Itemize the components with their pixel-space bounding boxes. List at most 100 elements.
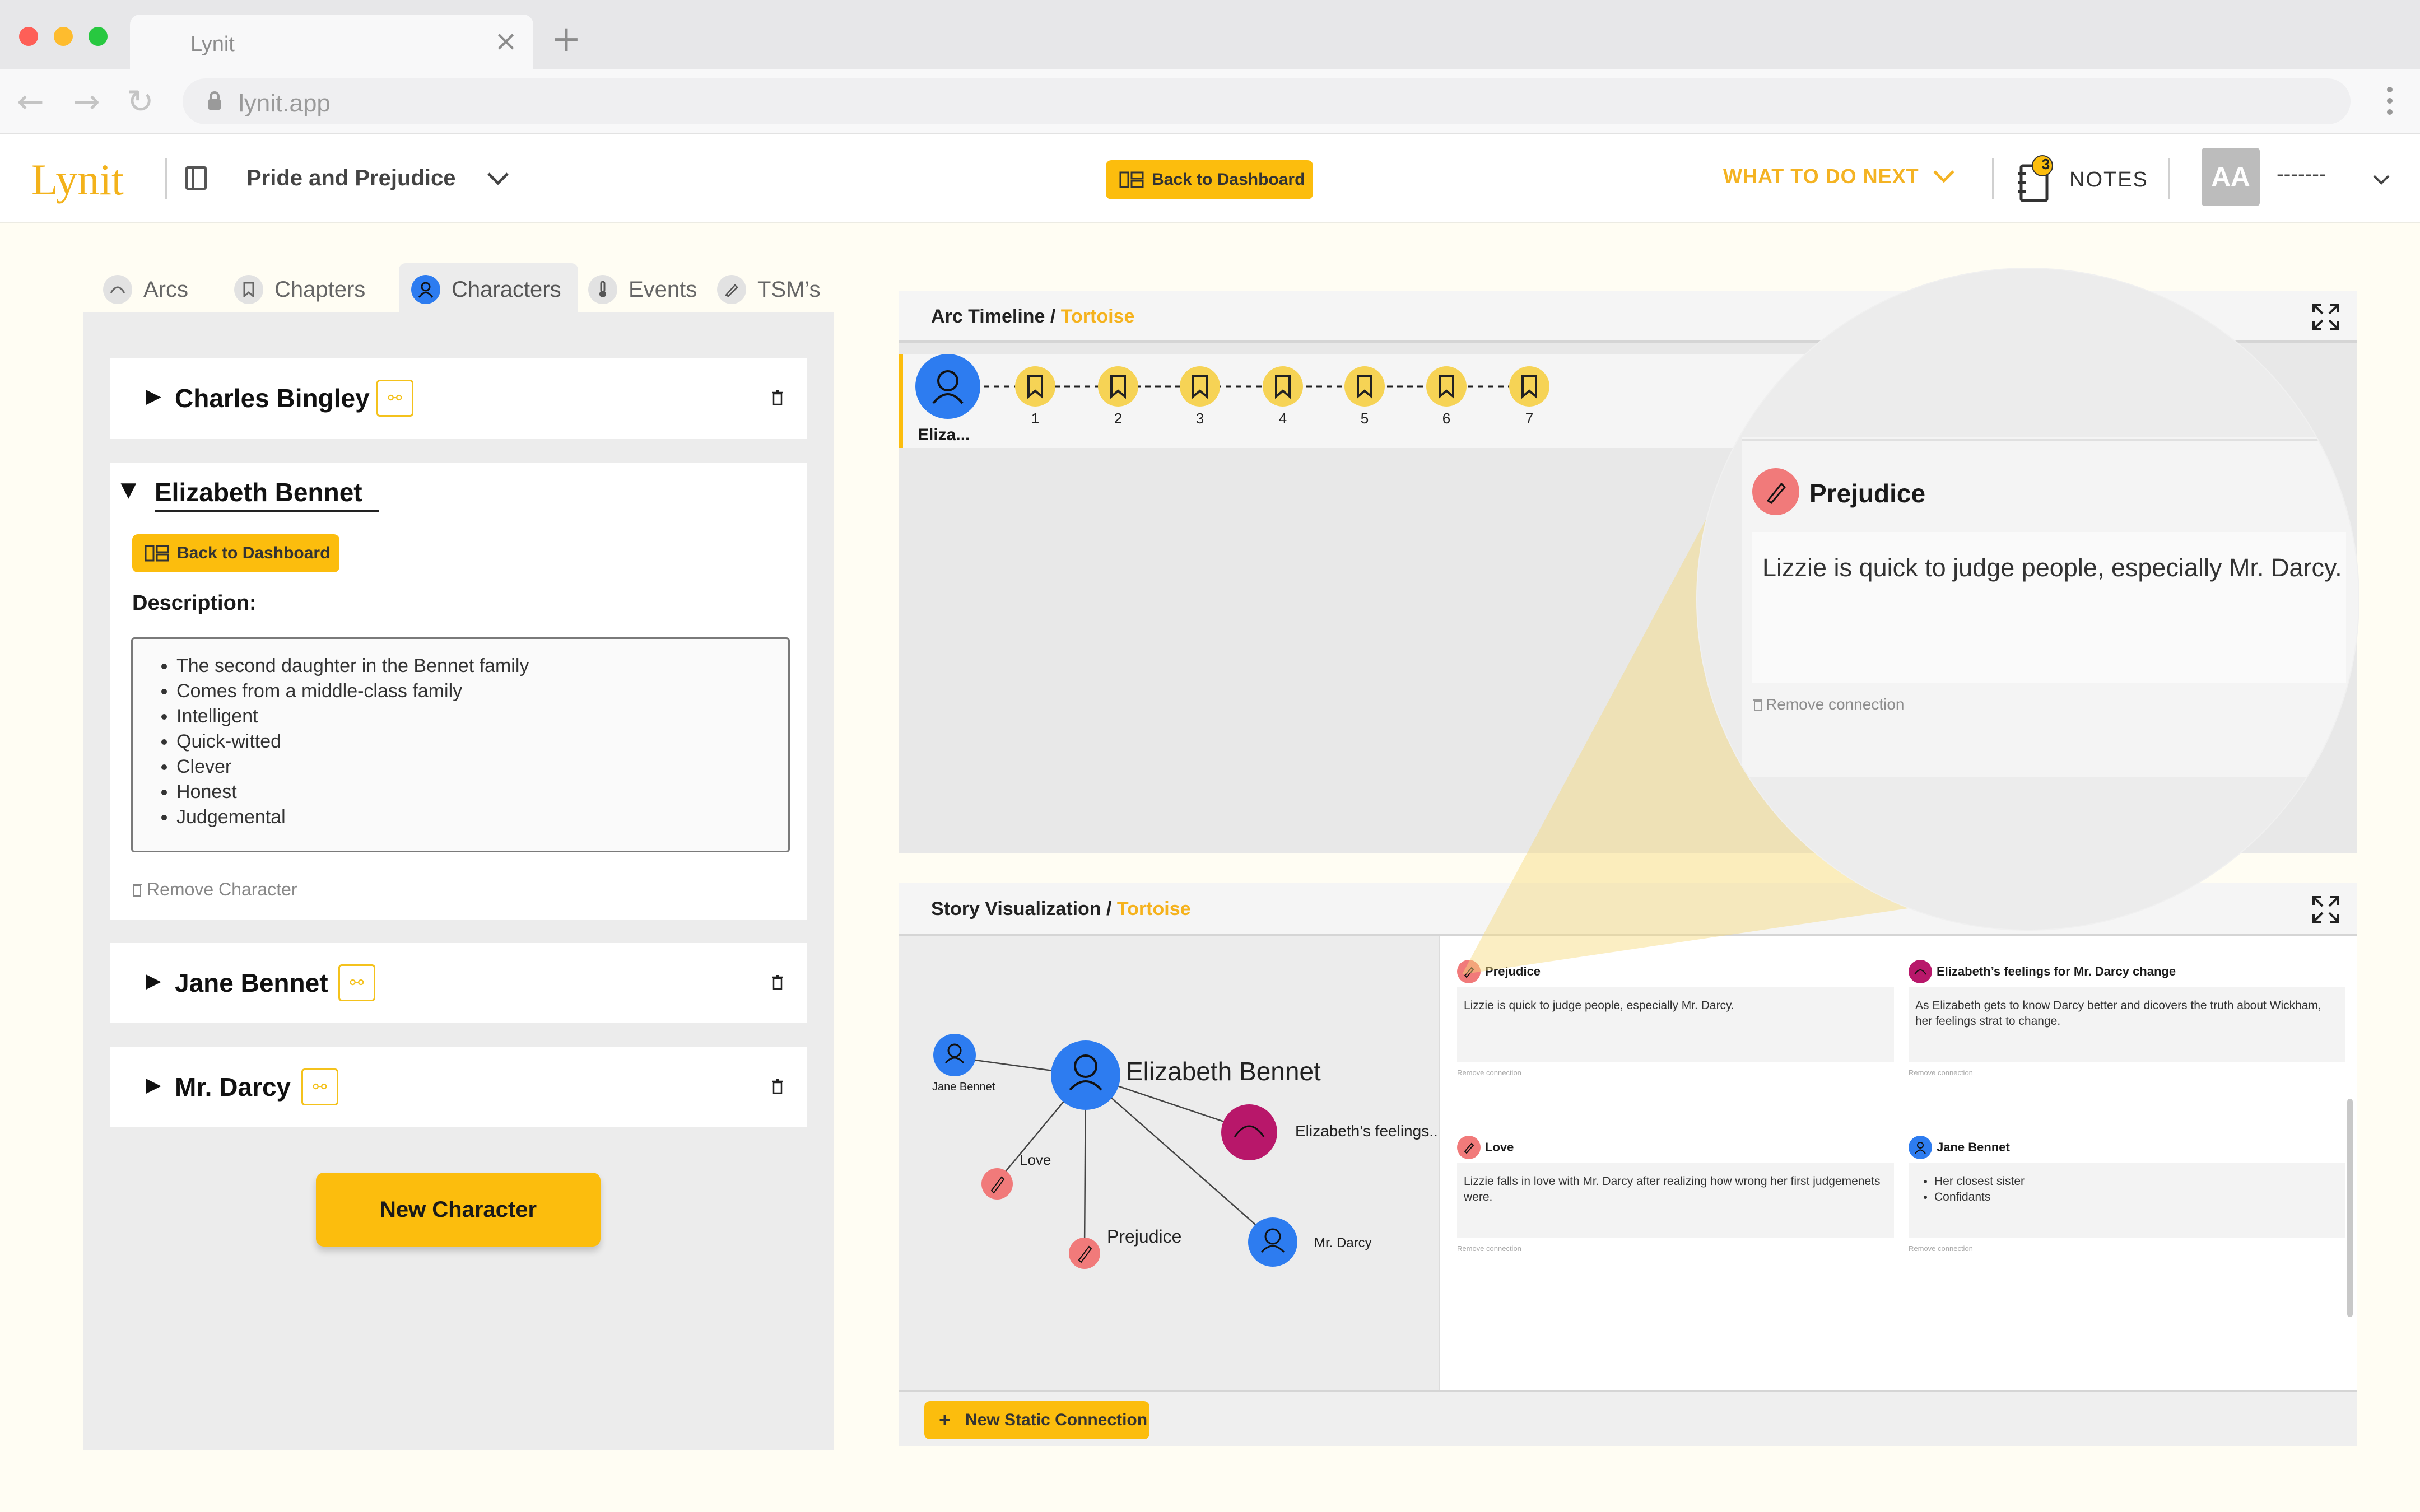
chapter-node-4[interactable] <box>1263 366 1303 407</box>
book-dropdown-chevron-icon[interactable] <box>486 171 510 186</box>
expand-icon[interactable] <box>2311 895 2340 924</box>
chapter-node-5[interactable] <box>1344 366 1385 407</box>
connection-card-text[interactable]: As Elizabeth gets to know Darcy better a… <box>1909 987 2345 1062</box>
magnified-card-title: Prejudice <box>1809 479 1926 508</box>
trash-icon[interactable] <box>772 974 783 990</box>
lock-icon <box>207 91 222 111</box>
connection-card-title: Love <box>1485 1140 1514 1154</box>
graph-node-elizabeth-bennet[interactable] <box>1051 1040 1120 1110</box>
tab-tsms[interactable]: TSM’s <box>717 267 821 312</box>
thermometer-icon <box>588 275 617 304</box>
remove-connection-link[interactable]: Remove connection <box>1457 1068 1521 1077</box>
story-graph[interactable]: Jane Bennet Elizabeth Bennet Elizabeth’s… <box>899 936 1442 1390</box>
connection-card-text[interactable]: Lizzie falls in love with Mr. Darcy afte… <box>1457 1163 1894 1238</box>
connection-card-text[interactable]: Lizzie is quick to judge people, especia… <box>1457 987 1894 1062</box>
link-icon[interactable]: ⚯ <box>301 1068 338 1105</box>
character-name: Mr. Darcy <box>175 1072 291 1102</box>
browser-address-bar: ← → ↻ lynit.app <box>0 69 2420 134</box>
description-label: Description: <box>132 591 257 615</box>
character-node-elizabeth[interactable] <box>915 354 980 419</box>
tab-events[interactable]: Events <box>588 267 697 312</box>
connection-card-title: Prejudice <box>1485 964 1541 978</box>
forward-arrow-icon[interactable]: → <box>73 85 100 118</box>
back-to-dashboard-button[interactable]: Back to Dashboard <box>132 534 339 572</box>
character-name[interactable]: Elizabeth Bennet <box>155 477 362 507</box>
description-item: Honest <box>176 780 788 805</box>
chapter-node-1[interactable] <box>1015 366 1055 407</box>
tab-arcs-label: Arcs <box>143 277 188 302</box>
back-arrow-icon[interactable]: ← <box>17 85 44 118</box>
notes-label[interactable]: NOTES <box>2069 168 2148 192</box>
sidebar-toggle-icon[interactable] <box>185 166 207 190</box>
url-field[interactable]: lynit.app <box>183 78 2351 124</box>
remove-character-label: Remove Character <box>147 879 297 899</box>
what-to-do-next-dropdown[interactable]: WHAT TO DO NEXT <box>1723 165 1956 188</box>
character-card-mr-darcy[interactable]: ▶ Mr. Darcy ⚯ <box>110 1047 807 1127</box>
tab-chapters[interactable]: Chapters <box>234 267 365 312</box>
back-to-dashboard-button[interactable]: Back to Dashboard <box>1106 160 1313 199</box>
tab-characters[interactable]: Characters <box>411 267 561 312</box>
window-close-dot[interactable] <box>19 27 38 46</box>
plus-icon: + <box>939 1408 951 1431</box>
cards-scrollbar[interactable] <box>2347 1099 2353 1317</box>
graph-label-prejudice: Prejudice <box>1107 1226 1182 1247</box>
user-name[interactable]: ------- <box>2277 162 2326 186</box>
tab-close-icon[interactable]: × <box>494 27 518 55</box>
character-name: Charles Bingley <box>175 384 370 413</box>
user-menu-chevron-icon[interactable] <box>2372 174 2391 186</box>
chapter-node-6[interactable] <box>1426 366 1467 407</box>
graph-node-jane-bennet[interactable] <box>933 1034 976 1076</box>
graph-label-feelings: Elizabeth’s feelings... <box>1295 1122 1442 1140</box>
story-visualization-title: Story Visualization / Tortoise <box>931 898 1191 920</box>
new-static-connection-label: New Static Connection <box>965 1411 1148 1429</box>
expand-triangle-icon[interactable]: ▶ <box>146 1073 161 1096</box>
new-tab-icon[interactable]: + <box>551 21 581 57</box>
tab-events-label: Events <box>629 277 697 302</box>
browser-menu-icon[interactable] <box>2386 86 2393 115</box>
expand-triangle-icon[interactable]: ▶ <box>146 969 161 992</box>
back-to-dashboard-label: Back to Dashboard <box>177 544 331 562</box>
link-icon[interactable]: ⚯ <box>376 380 413 417</box>
header-divider <box>2168 158 2170 199</box>
graph-node-love[interactable] <box>981 1168 1013 1200</box>
story-visualization-subtitle[interactable]: Tortoise <box>1117 898 1191 920</box>
window-maximize-dot[interactable] <box>89 27 108 46</box>
person-icon <box>1909 1136 1932 1159</box>
link-icon[interactable]: ⚯ <box>338 964 375 1001</box>
dashboard-icon <box>1119 171 1144 188</box>
magnified-card-border <box>1742 439 2358 441</box>
description-textarea[interactable]: The second daughter in the Bennet family… <box>131 637 790 852</box>
connection-card-text[interactable]: Her closest sister Confidants <box>1909 1163 2345 1238</box>
window-minimize-dot[interactable] <box>54 27 73 46</box>
new-static-connection-button[interactable]: + New Static Connection <box>924 1401 1150 1439</box>
character-card-jane-bennet[interactable]: ▶ Jane Bennet ⚯ <box>110 943 807 1023</box>
remove-connection-link[interactable]: Remove connection <box>1909 1068 1973 1077</box>
graph-label-elizabeth: Elizabeth Bennet <box>1126 1057 1321 1086</box>
remove-connection-link[interactable]: Remove connection <box>1909 1244 1973 1253</box>
expand-triangle-icon[interactable]: ▶ <box>146 384 161 408</box>
new-character-button[interactable]: New Character <box>316 1173 601 1247</box>
remove-character-button[interactable]: Remove Character <box>132 879 297 900</box>
browser-tab[interactable]: Lynit × <box>130 15 533 69</box>
trash-icon[interactable] <box>772 390 783 405</box>
graph-node-prejudice[interactable] <box>1069 1238 1100 1269</box>
trash-icon <box>133 884 142 897</box>
trash-icon[interactable] <box>772 1079 783 1094</box>
magnified-card-text: Lizzie is quick to judge people, especia… <box>1762 553 2342 582</box>
reload-icon[interactable]: ↻ <box>127 85 154 118</box>
arc-icon <box>1909 960 1932 983</box>
chapter-node-2[interactable] <box>1098 366 1138 407</box>
character-card-charles-bingley[interactable]: ▶ Charles Bingley ⚯ <box>110 358 807 439</box>
remove-connection-link[interactable]: Remove connection <box>1457 1244 1521 1253</box>
tab-arcs[interactable]: Arcs <box>103 267 188 312</box>
chapter-node-3[interactable] <box>1180 366 1220 407</box>
chapter-node-7[interactable] <box>1509 366 1549 407</box>
graph-node-mr-darcy[interactable] <box>1248 1217 1297 1267</box>
lynit-logo[interactable]: Lynit <box>31 155 124 205</box>
collapse-triangle-icon[interactable]: ▶ <box>118 483 142 499</box>
expand-icon[interactable] <box>2311 302 2340 332</box>
graph-node-feelings[interactable] <box>1221 1104 1277 1160</box>
connection-card-item: Confidants <box>1934 1189 2339 1205</box>
arc-timeline-subtitle[interactable]: Tortoise <box>1061 306 1135 327</box>
avatar[interactable]: AA <box>2202 148 2260 206</box>
